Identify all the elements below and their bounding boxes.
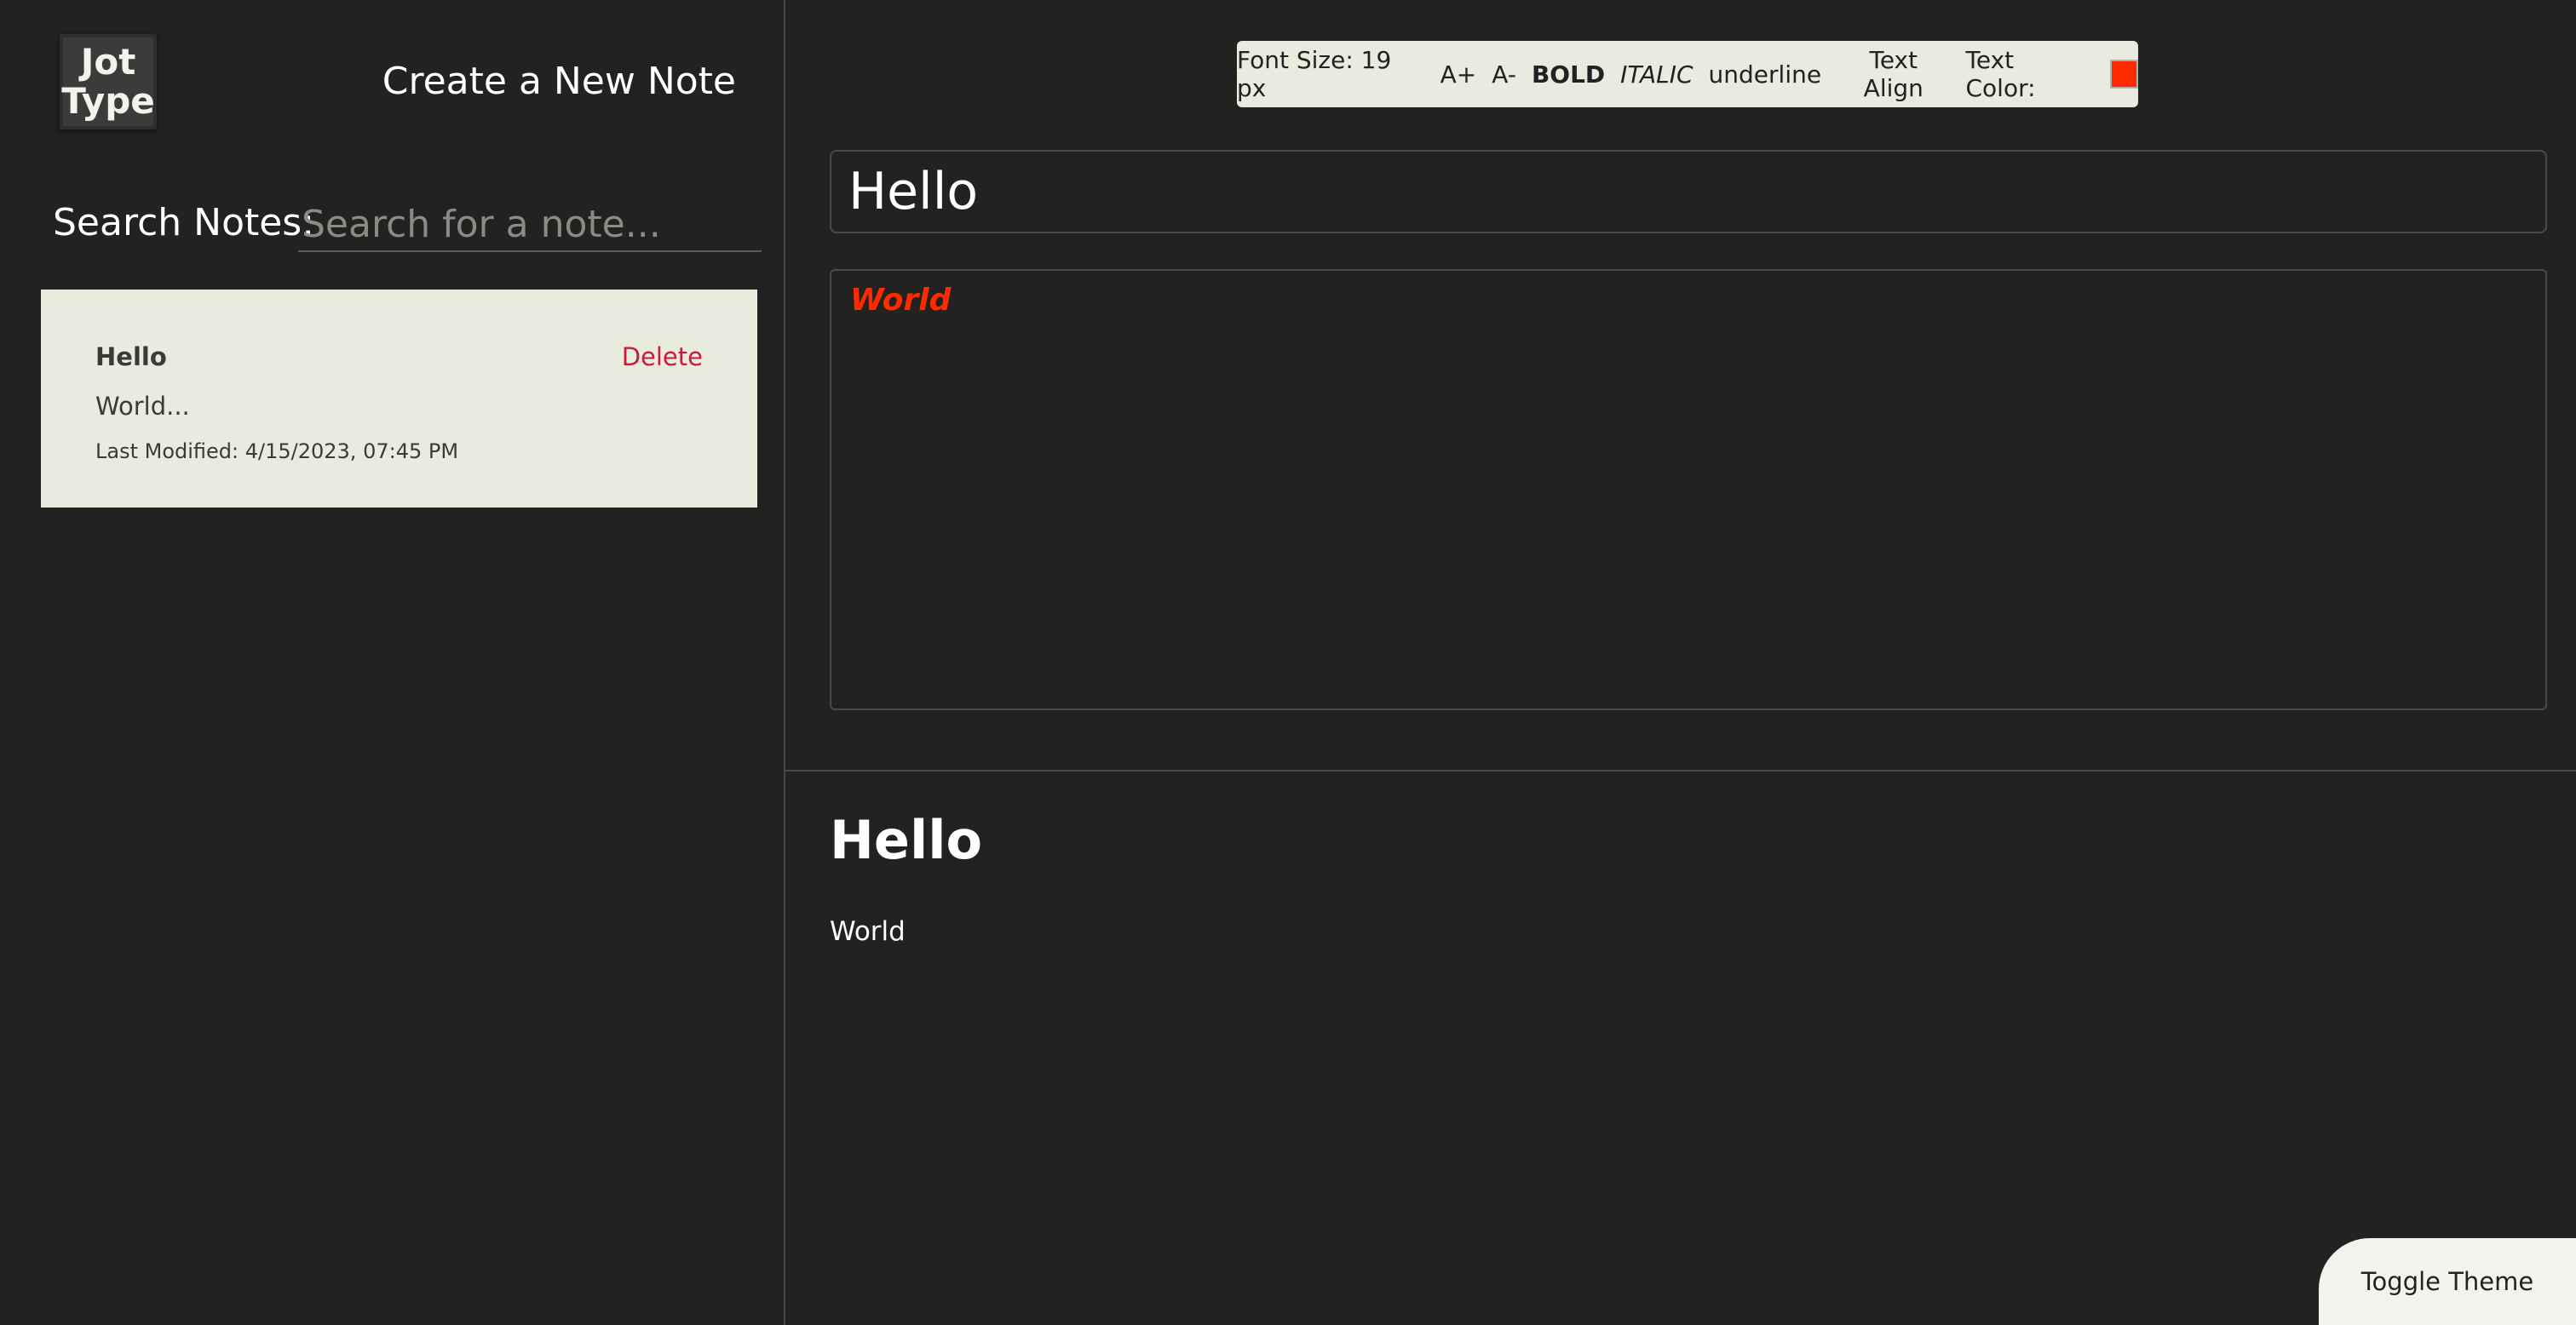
editor-preview-divider	[785, 770, 2576, 771]
note-card[interactable]: Hello Delete World... Last Modified: 4/1…	[41, 290, 757, 508]
search-label: Search Notes:	[53, 201, 315, 244]
toggle-theme-button[interactable]: Toggle Theme	[2319, 1238, 2576, 1325]
text-color-label: Text Color:	[1965, 46, 2036, 102]
note-card-last-modified: Last Modified: 4/15/2023, 07:45 PM	[95, 439, 459, 463]
decrease-font-button[interactable]: A-	[1492, 60, 1516, 89]
jottype-app: Jot Type Create a New Note Search Notes:…	[0, 0, 2576, 1325]
note-body-editor[interactable]: World	[830, 269, 2547, 710]
preview-body: World	[830, 916, 906, 947]
logo-line-1: Jot	[80, 41, 136, 83]
text-color-picker[interactable]	[2109, 60, 2138, 89]
search-input[interactable]	[298, 198, 762, 252]
app-logo: Jot Type	[60, 34, 157, 129]
logo-line-2: Type	[61, 80, 155, 122]
italic-button[interactable]: ITALIC	[1620, 60, 1693, 89]
font-size-label: Font Size: 19 px	[1237, 46, 1392, 102]
preview-title: Hello	[830, 809, 983, 871]
increase-font-button[interactable]: A+	[1440, 60, 1477, 89]
underline-button[interactable]: underline	[1709, 60, 1822, 89]
note-body-content: World	[850, 283, 952, 318]
text-align-button[interactable]: Text Align	[1837, 46, 1950, 102]
bold-button[interactable]: BOLD	[1532, 60, 1605, 89]
create-note-button[interactable]: Create a New Note	[382, 60, 736, 103]
note-card-preview: World...	[95, 392, 190, 421]
delete-note-button[interactable]: Delete	[622, 342, 703, 371]
sidebar: Jot Type Create a New Note Search Notes:…	[0, 0, 785, 1325]
format-toolbar: Font Size: 19 px A+ A- BOLD ITALIC under…	[1237, 41, 2138, 107]
note-card-title: Hello	[95, 342, 167, 371]
note-title-input[interactable]	[830, 150, 2547, 233]
